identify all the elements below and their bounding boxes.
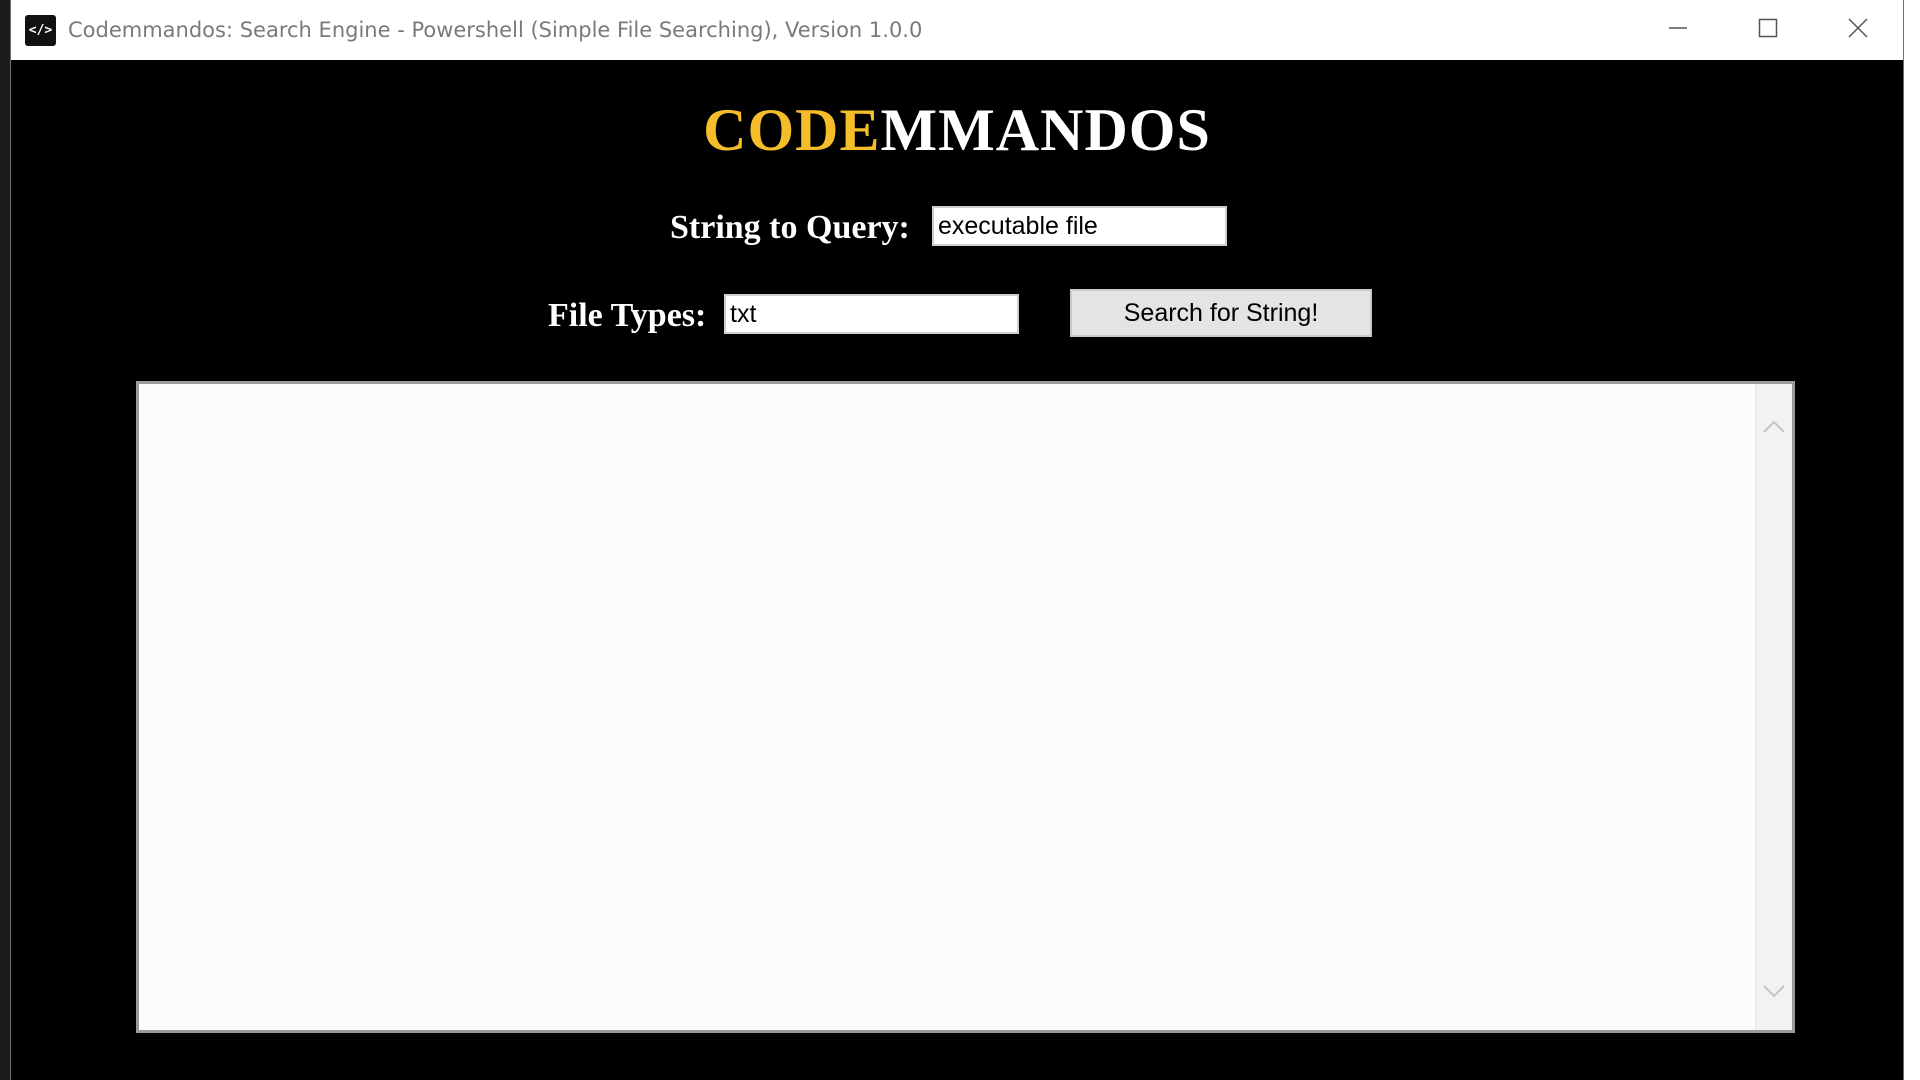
app-code-icon: </> bbox=[25, 14, 56, 46]
results-textbox[interactable] bbox=[136, 381, 1795, 1033]
file-types-input[interactable] bbox=[724, 294, 1019, 334]
minimize-icon bbox=[1669, 27, 1687, 29]
file-types-label: File Types: bbox=[548, 297, 707, 334]
brand-highlight: CODE bbox=[703, 97, 881, 163]
maximize-button[interactable] bbox=[1723, 0, 1813, 56]
maximize-icon bbox=[1758, 18, 1778, 38]
minimize-button[interactable] bbox=[1633, 0, 1723, 56]
close-button[interactable] bbox=[1813, 0, 1903, 56]
app-window: </> Codemmandos: Search Engine - Powersh… bbox=[10, 0, 1904, 1080]
results-scrollbar[interactable] bbox=[1755, 384, 1792, 1030]
query-label: String to Query: bbox=[670, 209, 910, 246]
chevron-up-icon bbox=[1763, 420, 1785, 433]
scroll-down-button[interactable] bbox=[1756, 976, 1792, 1006]
brand-logo: CODEMMANDOS bbox=[11, 90, 1903, 170]
search-button[interactable]: Search for String! bbox=[1070, 289, 1372, 337]
background-desktop-strip-right bbox=[1904, 0, 1920, 1080]
chevron-down-icon bbox=[1763, 985, 1785, 998]
brand-rest: MMANDOS bbox=[880, 97, 1211, 163]
title-bar[interactable]: </> Codemmandos: Search Engine - Powersh… bbox=[11, 0, 1903, 60]
scroll-up-button[interactable] bbox=[1756, 412, 1792, 442]
window-title: Codemmandos: Search Engine - Powershell … bbox=[68, 18, 923, 42]
background-desktop-strip bbox=[0, 0, 10, 1080]
window-controls bbox=[1633, 0, 1903, 60]
query-input[interactable] bbox=[932, 206, 1227, 246]
close-icon bbox=[1848, 18, 1868, 38]
